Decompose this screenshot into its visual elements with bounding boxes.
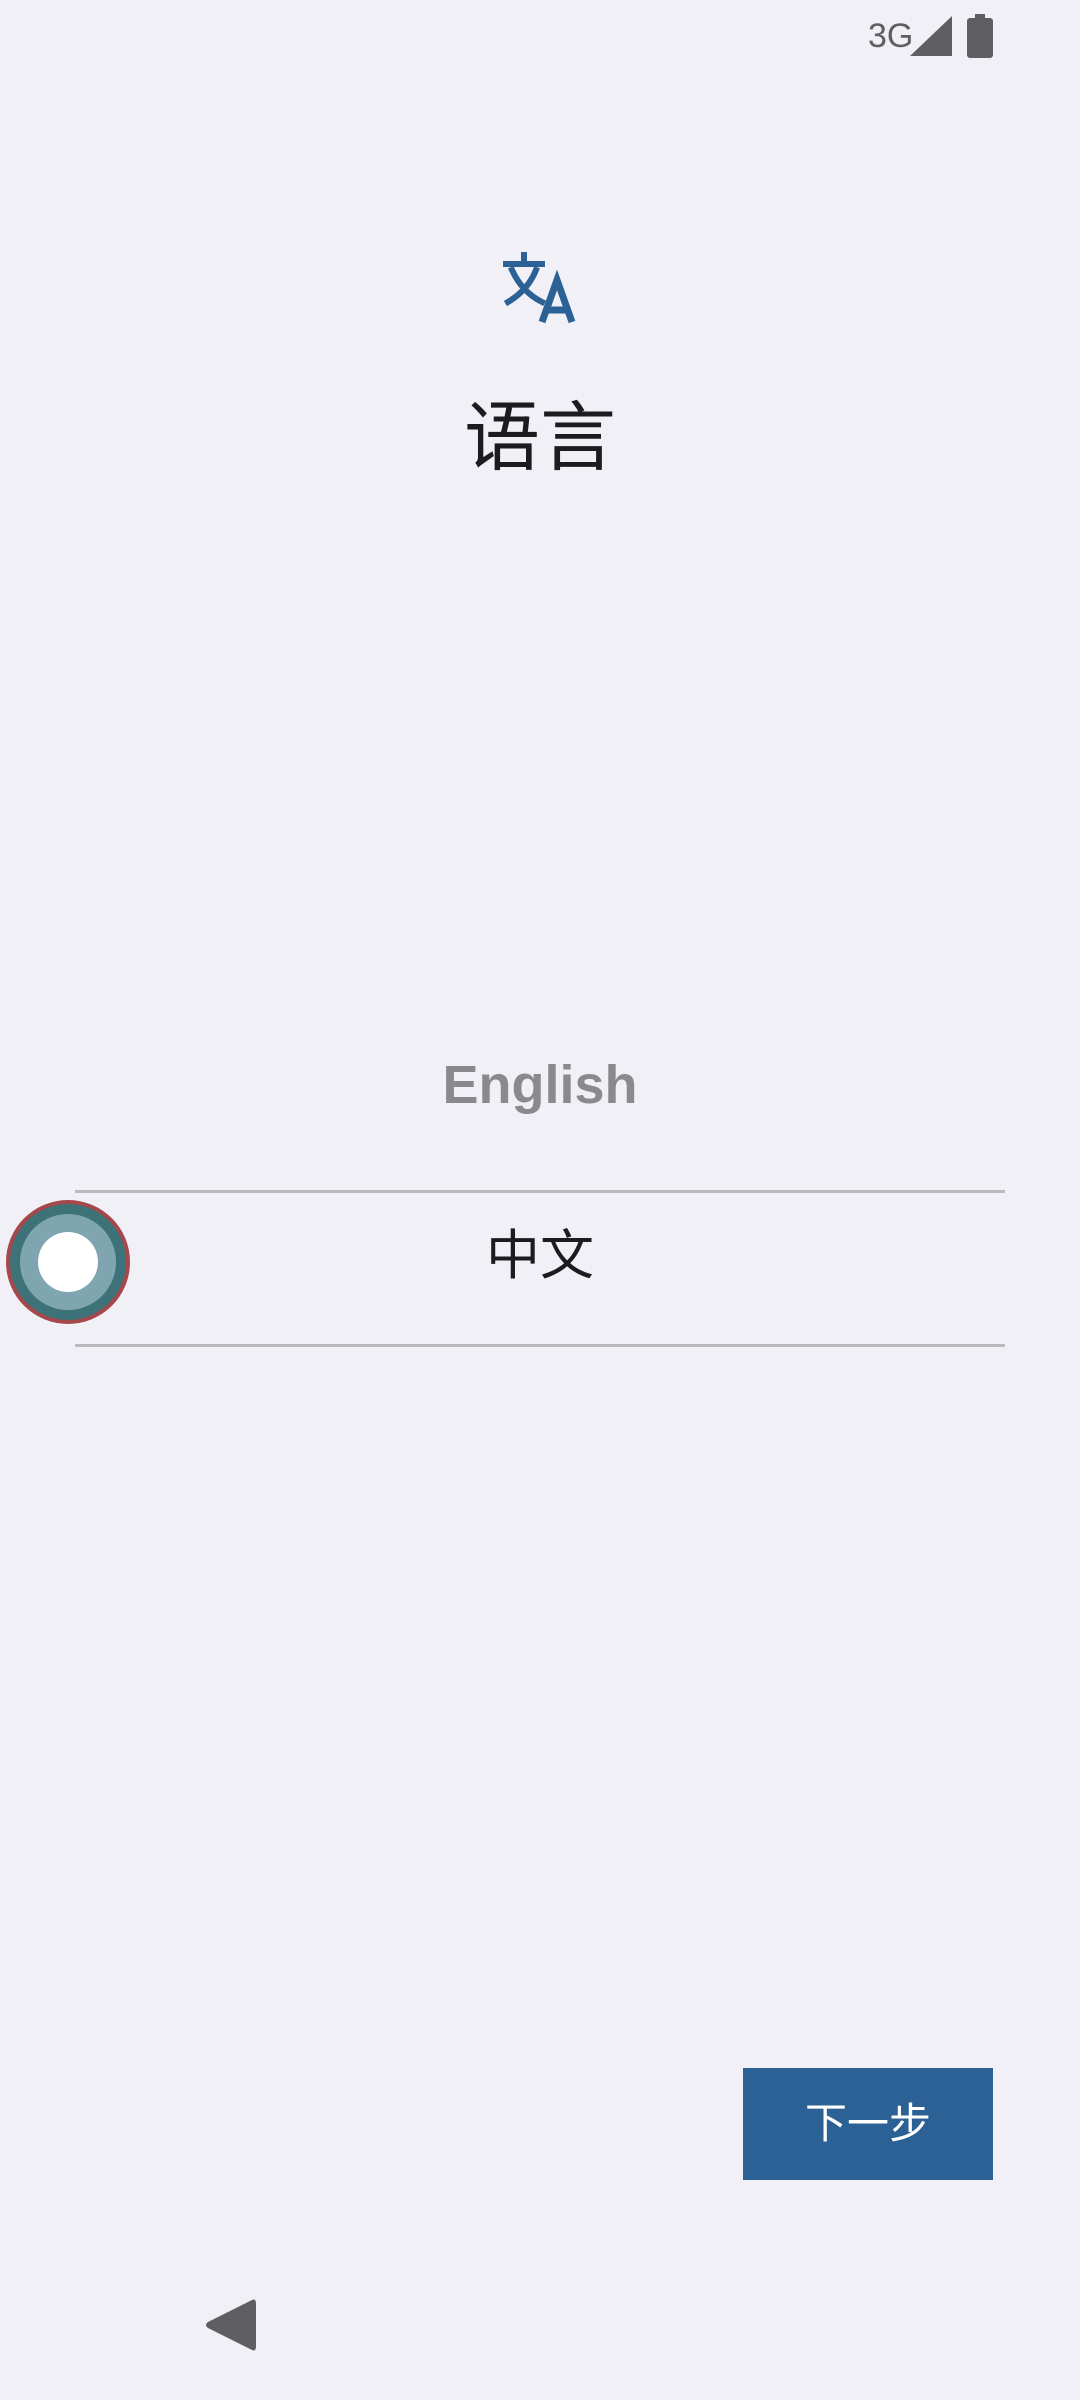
network-type: 3G (868, 17, 914, 55)
status-bar: 3G (0, 0, 1080, 72)
language-option-english[interactable]: English (75, 1020, 1005, 1150)
battery-icon (967, 14, 993, 58)
page-title: 语言 (464, 393, 616, 482)
language-option-chinese[interactable]: 中文 (75, 1190, 1005, 1322)
language-picker[interactable]: English 中文 (75, 1020, 1005, 1400)
back-icon[interactable] (204, 2296, 256, 2354)
translate-icon (503, 252, 576, 324)
next-button[interactable]: 下一步 (743, 2068, 993, 2180)
touch-indicator (6, 1200, 130, 1324)
signal-icon (910, 16, 952, 56)
picker-divider-bottom (75, 1344, 1005, 1347)
